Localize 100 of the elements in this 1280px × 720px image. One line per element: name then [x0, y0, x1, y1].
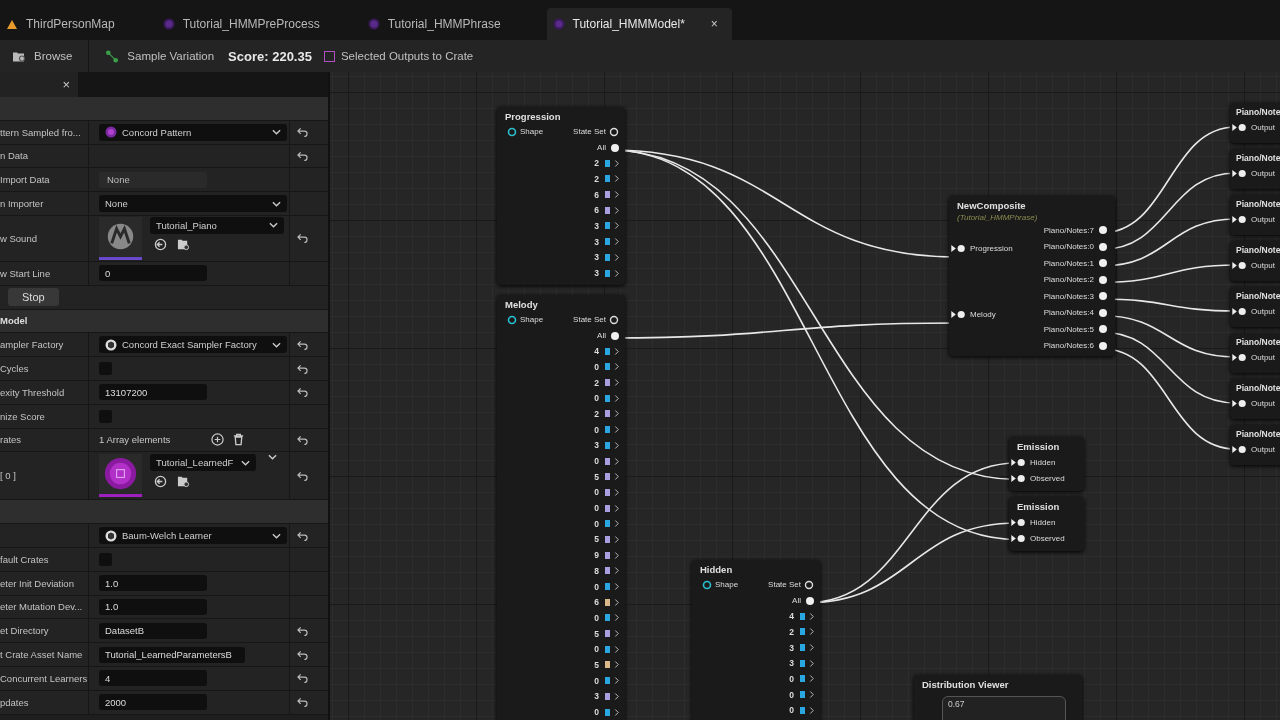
- distribution-viewer-node[interactable]: Distribution Viewer 0.67: [914, 675, 1082, 720]
- reset-icon[interactable]: [296, 649, 308, 660]
- text-field[interactable]: 4: [99, 670, 207, 687]
- state-pin[interactable]: [800, 644, 805, 652]
- composite-node[interactable]: NewComposite (Tutorial_HMMPhrase) Progression Melody Piano/Notes:7 Piano/Notes:0 Piano/Notes:1 Piano/Notes:2 Piano/Notes:3 Piano/Notes:4 Piano/Notes:5 Piano/Notes:6: [949, 196, 1115, 356]
- state-pin[interactable]: [800, 675, 805, 683]
- reset-icon[interactable]: [296, 339, 308, 350]
- output-pin[interactable]: [1099, 275, 1107, 284]
- pin-icon[interactable]: [613, 644, 619, 654]
- pin-icon[interactable]: [613, 534, 619, 544]
- state-pin[interactable]: [605, 457, 610, 465]
- state-pin[interactable]: [605, 253, 610, 261]
- pin-icon[interactable]: [613, 158, 619, 168]
- reset-icon[interactable]: [296, 233, 308, 244]
- reset-icon[interactable]: [296, 363, 308, 374]
- pin-icon[interactable]: [808, 611, 814, 621]
- pattern-node[interactable]: Hidden Shape State Set All 4 2 3 3 0 0 0: [692, 560, 820, 720]
- pin-icon[interactable]: [613, 503, 619, 513]
- output-node[interactable]: Piano/Note Output: [1230, 333, 1280, 373]
- reset-icon[interactable]: [296, 697, 308, 708]
- state-pin[interactable]: [605, 551, 610, 559]
- panel-tab[interactable]: ×: [0, 72, 78, 97]
- pin-icon[interactable]: [804, 579, 814, 590]
- pin-icon[interactable]: [609, 126, 619, 137]
- state-pin[interactable]: [605, 394, 610, 402]
- input-pin-icon[interactable]: [1011, 474, 1026, 484]
- dropdown[interactable]: Concord Exact Sampler Factory: [99, 336, 287, 354]
- input-pin-icon[interactable]: [1232, 352, 1247, 362]
- pin-icon[interactable]: [613, 597, 619, 607]
- checkbox[interactable]: [323, 50, 335, 62]
- pin-icon[interactable]: [613, 409, 619, 419]
- state-pin[interactable]: [605, 347, 610, 355]
- browse-folder-icon[interactable]: [177, 475, 190, 489]
- trash-icon[interactable]: [232, 433, 245, 447]
- output-node[interactable]: Piano/Note Output: [1230, 287, 1280, 327]
- reset-icon[interactable]: [296, 625, 308, 636]
- expand-chevron-icon[interactable]: [268, 454, 277, 461]
- state-pin[interactable]: [605, 473, 610, 481]
- state-pin[interactable]: [605, 520, 610, 528]
- text-field[interactable]: 0: [99, 265, 207, 282]
- state-pin[interactable]: [605, 488, 610, 496]
- output-pin[interactable]: [1099, 292, 1107, 301]
- text-field[interactable]: 1.0: [99, 575, 207, 592]
- state-pin[interactable]: [605, 614, 610, 622]
- dropdown[interactable]: Concord Pattern: [99, 123, 287, 141]
- state-pin[interactable]: [605, 630, 610, 638]
- reset-icon[interactable]: [296, 127, 308, 138]
- browse-button[interactable]: Browse: [0, 45, 85, 67]
- output-pin[interactable]: [1099, 325, 1107, 334]
- reset-icon[interactable]: [296, 470, 308, 481]
- state-pin[interactable]: [605, 598, 610, 606]
- pin-icon[interactable]: [613, 707, 619, 717]
- pin-icon[interactable]: [613, 566, 619, 576]
- state-pin[interactable]: [605, 504, 610, 512]
- state-pin[interactable]: [800, 612, 805, 620]
- input-pin-icon[interactable]: [1011, 457, 1026, 467]
- state-pin[interactable]: [605, 583, 610, 591]
- output-pin[interactable]: [611, 331, 619, 340]
- add-icon[interactable]: [211, 433, 224, 447]
- pin-icon[interactable]: [613, 487, 619, 497]
- browse-folder-icon[interactable]: [177, 238, 190, 251]
- shape-pin-icon[interactable]: [702, 579, 712, 590]
- state-pin[interactable]: [800, 691, 805, 699]
- state-pin[interactable]: [605, 175, 610, 183]
- state-pin[interactable]: [605, 222, 610, 230]
- state-pin[interactable]: [800, 628, 805, 636]
- use-selected-icon[interactable]: [154, 475, 167, 489]
- pin-icon[interactable]: [808, 643, 814, 653]
- output-node[interactable]: Piano/Note Output: [1230, 149, 1280, 189]
- reset-icon[interactable]: [296, 530, 308, 541]
- document-tab[interactable]: Tutorial_HMMPreProcess: [156, 8, 334, 40]
- reset-icon[interactable]: [296, 151, 308, 161]
- pin-icon[interactable]: [613, 237, 619, 247]
- pin-icon[interactable]: [613, 362, 619, 372]
- output-node[interactable]: Piano/Note Output: [1230, 425, 1280, 465]
- state-pin[interactable]: [605, 677, 610, 685]
- asset-dropdown[interactable]: Tutorial_LearnedF: [150, 454, 256, 472]
- asset-dropdown[interactable]: Tutorial_Piano: [150, 217, 284, 234]
- output-node[interactable]: Piano/Note Output: [1230, 379, 1280, 419]
- input-pin-icon[interactable]: [1232, 214, 1247, 224]
- state-pin[interactable]: [605, 692, 610, 700]
- state-pin[interactable]: [605, 661, 610, 669]
- pin-icon[interactable]: [613, 205, 619, 215]
- output-pin[interactable]: [1099, 341, 1107, 350]
- shape-pin-icon[interactable]: [507, 126, 517, 137]
- pin-icon[interactable]: [613, 252, 619, 262]
- pin-icon[interactable]: [613, 378, 619, 388]
- input-pin-icon[interactable]: [1232, 122, 1247, 132]
- text-field[interactable]: 13107200: [99, 384, 207, 401]
- document-tab[interactable]: Tutorial_HMMPhrase: [361, 8, 515, 40]
- pin-icon[interactable]: [613, 190, 619, 200]
- pin-icon[interactable]: [613, 676, 619, 686]
- output-node[interactable]: Piano/Note Output: [1230, 103, 1280, 143]
- output-pin[interactable]: [611, 143, 619, 152]
- output-pin[interactable]: [1099, 226, 1107, 235]
- document-tab[interactable]: Tutorial_HMMModel* ×: [546, 8, 732, 40]
- input-pin-icon[interactable]: [1011, 517, 1026, 527]
- pin-icon[interactable]: [613, 456, 619, 466]
- reset-icon[interactable]: [296, 673, 308, 684]
- text-field[interactable]: Tutorial_LearnedParametersB: [99, 646, 245, 663]
